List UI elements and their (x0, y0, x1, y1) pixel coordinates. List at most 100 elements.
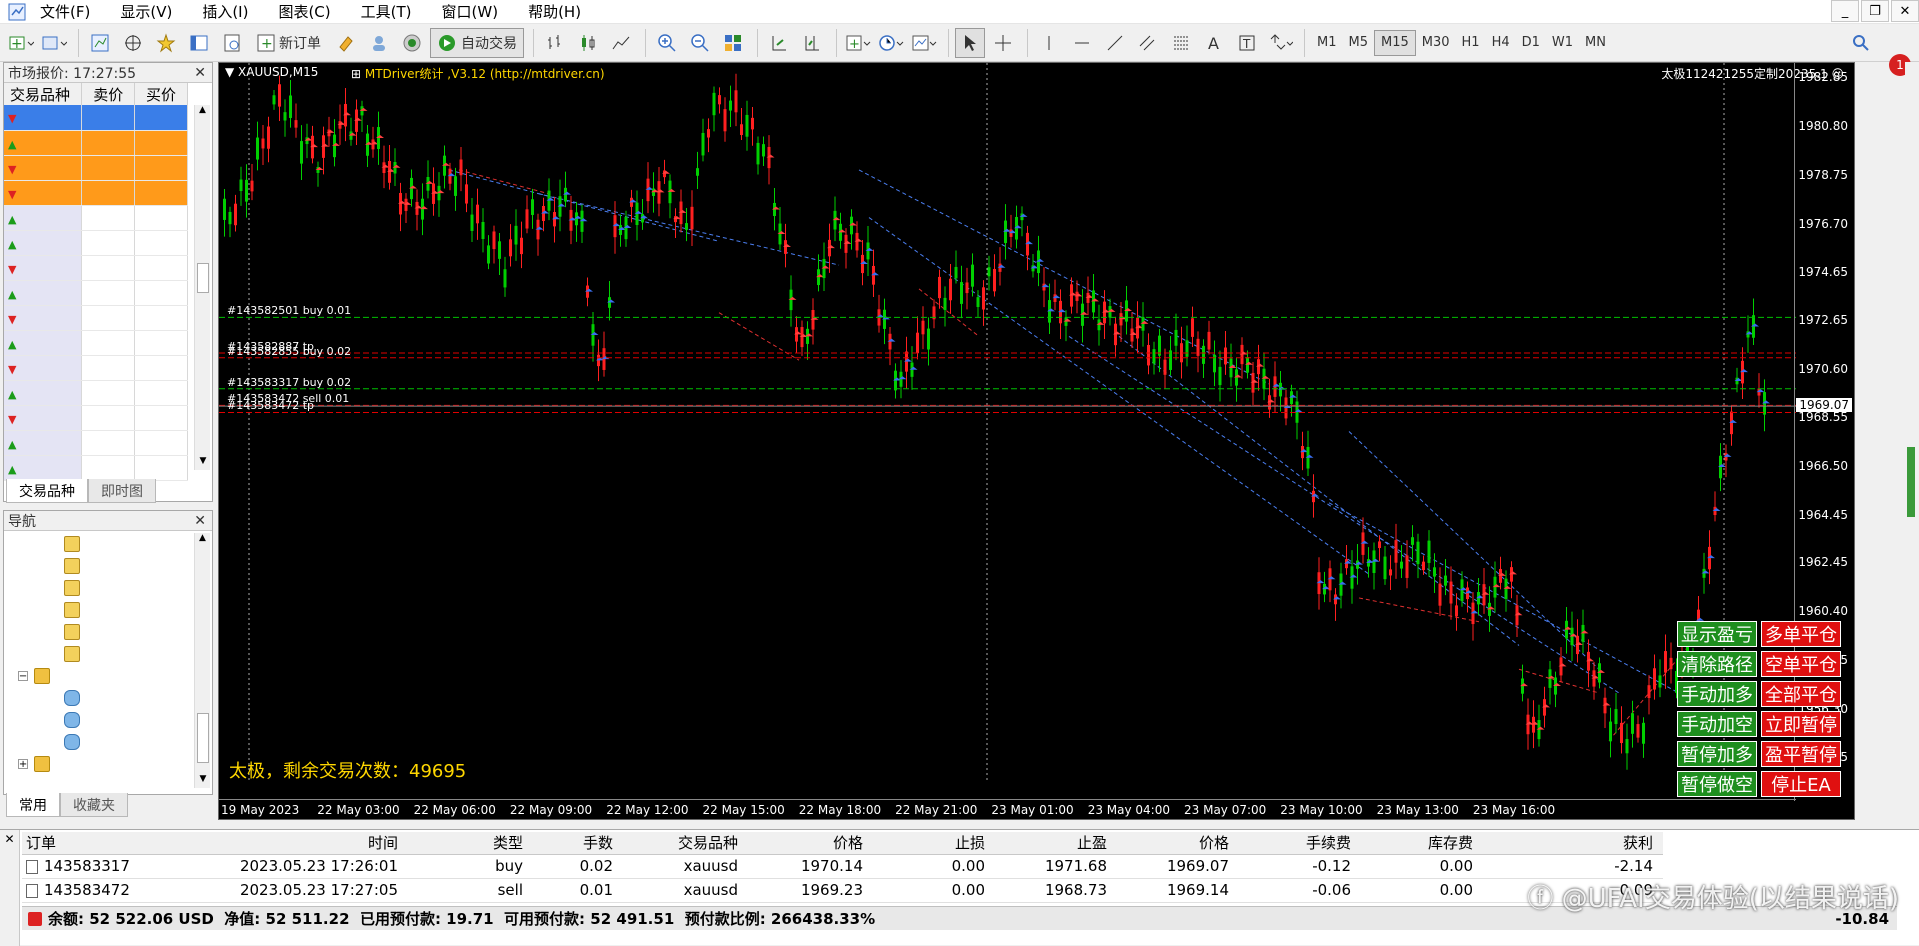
chart-canvas[interactable] (219, 63, 1796, 801)
market-watch-row[interactable]: ▼ (4, 405, 188, 431)
orders-column-header[interactable]: 库存费 (1361, 832, 1483, 855)
orders-column-header[interactable]: 价格 (1117, 832, 1239, 855)
timeframe-h4[interactable]: H4 (1486, 30, 1516, 56)
market-watch-scrollbar[interactable]: ▲ ▼ (194, 105, 210, 470)
trendline-icon[interactable] (1100, 28, 1130, 58)
symbol-cell[interactable]: ▼ (4, 180, 83, 206)
navigator-item[interactable] (4, 555, 212, 577)
community-icon[interactable] (364, 28, 394, 58)
market-watch-row[interactable]: ▼ (4, 355, 188, 381)
symbol-cell[interactable]: ▼ (4, 105, 83, 131)
symbol-cell[interactable]: ▲ (4, 455, 83, 481)
col-ask[interactable]: 买价 (134, 83, 188, 105)
menu-window[interactable]: 窗口(W) (442, 1, 499, 22)
ea-control-button[interactable]: 空单平仓 (1761, 651, 1841, 677)
text-label-icon[interactable]: T (1232, 28, 1262, 58)
symbol-cell[interactable]: ▼ (4, 355, 83, 381)
scroll-down-icon[interactable]: ▼ (195, 774, 211, 788)
signals-icon[interactable] (397, 28, 427, 58)
market-watch-row[interactable]: ▼ (4, 105, 188, 131)
orders-column-header[interactable]: 类型 (408, 832, 533, 855)
orders-column-header[interactable]: 止盈 (995, 832, 1117, 855)
orders-column-header[interactable]: 手续费 (1239, 832, 1361, 855)
menu-view[interactable]: 显示(V) (120, 1, 172, 22)
indicators-icon[interactable]: + (843, 28, 873, 58)
col-bid[interactable]: 卖价 (81, 83, 136, 105)
ea-control-button[interactable]: 多单平仓 (1761, 621, 1841, 647)
expand-icon[interactable]: + (18, 759, 28, 770)
market-watch-row[interactable]: ▲ (4, 280, 188, 306)
navigator-item[interactable]: − (4, 665, 212, 687)
timeframe-m5[interactable]: M5 (1343, 30, 1375, 56)
orders-column-header[interactable]: 获利 (1483, 832, 1663, 855)
symbol-cell[interactable]: ▲ (4, 430, 83, 456)
scroll-up-icon[interactable]: ▲ (195, 105, 210, 119)
market-watch-icon[interactable] (85, 28, 115, 58)
metaeditor-icon[interactable] (331, 28, 361, 58)
symbol-cell[interactable]: ▲ (4, 205, 83, 231)
symbol-cell[interactable]: ▲ (4, 280, 83, 306)
text-icon[interactable]: A (1199, 28, 1229, 58)
timeframe-h1[interactable]: H1 (1456, 30, 1486, 56)
order-line-label[interactable]: #143582855 buy 0.02 (227, 345, 351, 358)
crosshair-icon[interactable] (988, 28, 1018, 58)
ea-control-button[interactable]: 暂停加多 (1677, 741, 1757, 767)
new-order-button[interactable]: + 新订单 (250, 28, 328, 58)
market-watch-row[interactable]: ▼ (4, 255, 188, 281)
order-row[interactable]: 143583317 2023.05.23 17:26:01 buy 0.02 xauus… (22, 854, 1663, 879)
new-chart-icon[interactable]: + (6, 28, 36, 58)
market-watch-row[interactable]: ▼ (4, 180, 188, 206)
timeframe-mn[interactable]: MN (1579, 30, 1612, 56)
minimize-icon[interactable]: _ (1831, 0, 1859, 22)
tab-symbols[interactable]: 交易品种 (6, 479, 88, 503)
market-watch-row[interactable]: ▲ (4, 430, 188, 456)
navigator-item[interactable] (4, 731, 212, 753)
close-icon[interactable]: ✕ (1891, 0, 1919, 22)
order-line-label[interactable]: #143582501 buy 0.01 (227, 304, 351, 317)
profiles-icon[interactable] (39, 28, 69, 58)
orders-column-header[interactable]: 交易品种 (623, 832, 748, 855)
zoom-out-icon[interactable] (685, 28, 715, 58)
tab-favorites[interactable]: 收藏夹 (60, 793, 128, 817)
close-icon[interactable]: ✕ (0, 832, 19, 846)
ea-control-button[interactable]: 盈平暂停 (1761, 741, 1841, 767)
arrows-icon[interactable] (1265, 28, 1295, 58)
auto-trading-button[interactable]: 自动交易 (430, 27, 524, 58)
orders-column-header[interactable]: 订单 (22, 832, 172, 855)
channel-icon[interactable] (1133, 28, 1163, 58)
menu-charts[interactable]: 图表(C) (278, 1, 330, 22)
line-chart-icon[interactable] (606, 28, 636, 58)
scroll-thumb[interactable] (197, 263, 209, 293)
navigator-item[interactable] (4, 621, 212, 643)
navigator-item[interactable] (4, 643, 212, 665)
market-watch-row[interactable]: ▲ (4, 205, 188, 231)
ea-control-button[interactable]: 暂停做空 (1677, 771, 1757, 797)
time-scale[interactable]: 19 May 2023 22 May 03:00 22 May 06:00 22 Ma… (219, 799, 1796, 819)
scroll-up-icon[interactable]: ▲ (195, 533, 210, 547)
ea-control-button[interactable]: 停止EA (1761, 771, 1841, 797)
navigator-scrollbar[interactable]: ▲ ▼ (194, 533, 210, 788)
ea-control-button[interactable]: 全部平仓 (1761, 681, 1841, 707)
menu-insert[interactable]: 插入(I) (202, 1, 248, 22)
timeframe-m1[interactable]: M1 (1311, 30, 1343, 56)
navigator-item[interactable] (4, 599, 212, 621)
periods-icon[interactable] (876, 28, 906, 58)
timeframe-m30[interactable]: M30 (1416, 30, 1456, 56)
market-watch-row[interactable]: ▲ (4, 230, 188, 256)
timeframe-w1[interactable]: W1 (1546, 30, 1579, 56)
collapse-icon[interactable]: − (18, 671, 28, 682)
market-watch-row[interactable]: ▼ (4, 305, 188, 331)
ea-control-button[interactable]: 清除路径 (1677, 651, 1757, 677)
restore-icon[interactable]: ❐ (1861, 0, 1889, 22)
market-watch-row[interactable]: ▲ (4, 380, 188, 406)
data-window-icon[interactable] (118, 28, 148, 58)
candlestick-icon[interactable] (573, 28, 603, 58)
chart-shift-icon[interactable] (797, 28, 827, 58)
fibonacci-icon[interactable] (1166, 28, 1196, 58)
symbol-cell[interactable]: ▲ (4, 230, 83, 256)
horizontal-line-icon[interactable] (1067, 28, 1097, 58)
symbol-cell[interactable]: ▲ (4, 130, 83, 156)
bar-chart-icon[interactable] (540, 28, 570, 58)
market-watch-row[interactable]: ▲ (4, 455, 188, 481)
scroll-thumb[interactable] (1907, 447, 1915, 517)
